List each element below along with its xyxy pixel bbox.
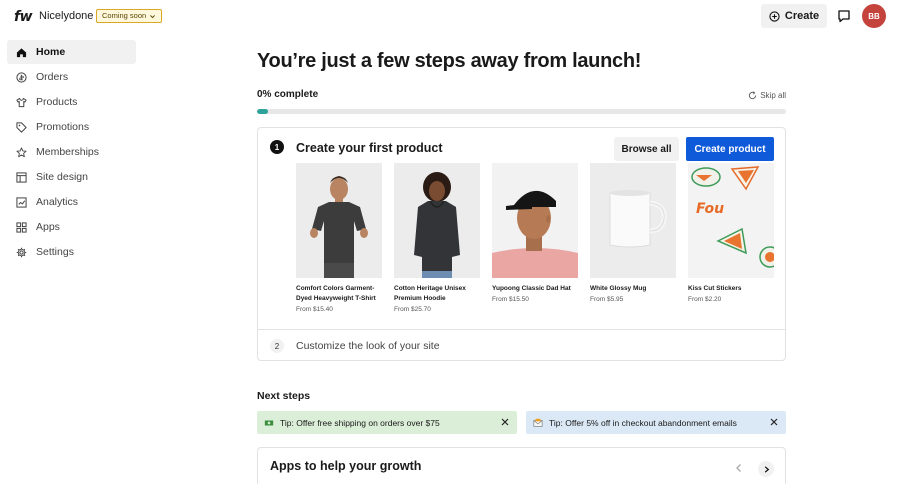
top-bar: fw Nicelydone Coming soon Create BB (0, 0, 900, 34)
product-name: Comfort Colors Garment-Dyed Heavyweight … (296, 285, 376, 302)
tshirt-image (296, 163, 382, 278)
sidebar-item-label: Settings (36, 246, 74, 258)
sidebar-item-apps[interactable]: Apps (7, 215, 136, 239)
create-product-button[interactable]: Create product (686, 137, 774, 161)
skip-all-button[interactable]: Skip all (748, 91, 786, 100)
step-title-customize[interactable]: Customize the look of your site (296, 340, 440, 352)
plus-circle-icon (769, 10, 780, 22)
product-list: Comfort Colors Garment-Dyed Heavyweight … (296, 163, 774, 323)
star-icon (16, 146, 27, 157)
apps-card: Apps to help your growth (257, 447, 786, 484)
product-price: From $5.95 (590, 296, 624, 303)
status-badge-dropdown[interactable]: Coming soon (96, 9, 163, 23)
browse-all-button[interactable]: Browse all (614, 137, 679, 161)
sidebar-item-analytics[interactable]: Analytics (7, 190, 136, 214)
sidebar-item-memberships[interactable]: Memberships (7, 140, 136, 164)
product-name: Kiss Cut Stickers (688, 285, 742, 292)
progress-label: 0% complete (257, 89, 319, 100)
sidebar-item-label: Promotions (36, 121, 90, 133)
progress-bar (257, 109, 786, 114)
grid-icon (16, 221, 27, 233)
product-price: From $15.50 (492, 296, 529, 303)
tip-text: Tip: Offer free shipping on orders over … (280, 417, 440, 428)
tip-text: Tip: Offer 5% off in checkout abandonmen… (549, 417, 737, 428)
sidebar-item-label: Memberships (36, 146, 100, 158)
next-button[interactable] (758, 461, 774, 477)
stickers-image: Fou (688, 163, 774, 278)
product-card-hoodie[interactable]: Cotton Heritage Unisex Premium Hoodie Fr… (394, 163, 480, 315)
product-card-stickers[interactable]: Fou Kiss Cut Stickers From $2.20 (688, 163, 774, 305)
sidebar-item-settings[interactable]: Settings (7, 240, 136, 264)
next-steps-heading: Next steps (257, 390, 311, 402)
store-name: Nicelydone (39, 10, 94, 22)
mug-image (590, 163, 676, 278)
close-icon[interactable] (501, 418, 509, 426)
envelope-icon (533, 418, 543, 427)
chart-icon (16, 196, 27, 208)
svg-text:Fou: Fou (696, 201, 724, 217)
create-button-label: Create (784, 10, 820, 22)
product-card-mug[interactable]: White Glossy Mug From $5.95 (590, 163, 676, 305)
sidebar-item-label: Products (36, 96, 78, 108)
hoodie-image (394, 163, 480, 278)
gear-icon (16, 247, 27, 257)
progress-fill (257, 109, 268, 114)
sidebar-item-home[interactable]: Home (7, 40, 136, 64)
sidebar-item-label: Apps (36, 221, 60, 233)
tag-icon (16, 121, 27, 133)
apps-title: Apps to help your growth (270, 459, 422, 473)
sidebar-item-label: Home (36, 46, 66, 58)
layout-icon (16, 171, 27, 183)
skip-all-label: Skip all (760, 91, 786, 100)
product-price: From $2.20 (688, 296, 722, 303)
sidebar-item-orders[interactable]: Orders (7, 65, 136, 89)
tip-abandonment-emails[interactable]: Tip: Offer 5% off in checkout abandonmen… (526, 411, 786, 434)
page-title: You’re just a few steps away from launch… (257, 50, 642, 72)
chevron-left-icon[interactable] (733, 462, 745, 474)
product-price: From $15.40 (296, 306, 333, 313)
chat-icon[interactable] (837, 9, 851, 23)
product-card-hat[interactable]: Yupoong Classic Dad Hat From $15.50 (492, 163, 578, 305)
product-card-tshirt[interactable]: Comfort Colors Garment-Dyed Heavyweight … (296, 163, 382, 315)
sidebar-item-products[interactable]: Products (7, 90, 136, 114)
product-name: Cotton Heritage Unisex Premium Hoodie (394, 285, 466, 302)
money-icon (264, 420, 274, 425)
avatar[interactable]: BB (862, 4, 886, 28)
sidebar-item-label: Analytics (36, 196, 79, 208)
chevron-right-icon (764, 465, 769, 473)
logo[interactable]: fw (14, 9, 33, 25)
shirt-icon (16, 97, 27, 107)
sidebar: Home Orders Products Promotions Membersh… (7, 40, 136, 265)
close-icon[interactable] (770, 418, 778, 426)
step-number: 2 (270, 339, 284, 353)
skip-icon (749, 91, 757, 100)
home-icon (16, 47, 27, 57)
setup-steps-card: 1 Create your first product Browse all C… (257, 127, 786, 361)
tip-free-shipping[interactable]: Tip: Offer free shipping on orders over … (257, 411, 517, 434)
product-name: White Glossy Mug (590, 285, 647, 292)
sidebar-item-label: Orders (36, 71, 69, 83)
product-price: From $25.70 (394, 306, 431, 313)
hat-image (492, 163, 578, 278)
step-title[interactable]: Create your first product (296, 141, 443, 155)
create-button[interactable]: Create (761, 4, 827, 28)
status-badge-label: Coming soon (102, 11, 147, 20)
divider (258, 329, 785, 330)
sidebar-item-promotions[interactable]: Promotions (7, 115, 136, 139)
chevron-down-icon (150, 14, 156, 18)
sidebar-item-label: Site design (36, 171, 88, 183)
step-number: 1 (270, 140, 284, 154)
sidebar-item-site-design[interactable]: Site design (7, 165, 136, 189)
orders-icon (16, 71, 27, 83)
product-name: Yupoong Classic Dad Hat (492, 285, 571, 292)
